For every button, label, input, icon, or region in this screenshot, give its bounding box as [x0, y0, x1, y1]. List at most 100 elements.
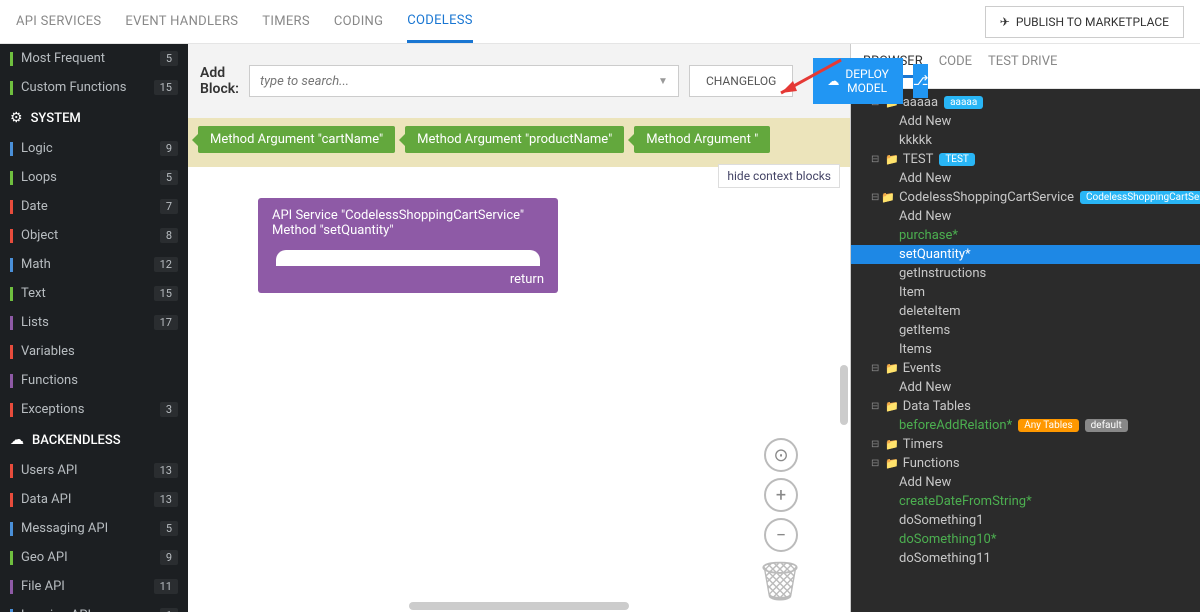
tree-item[interactable]: deleteItem [851, 302, 1200, 321]
tab-event-handlers[interactable]: EVENT HANDLERS [125, 2, 238, 41]
tree-folder[interactable]: ⊟📁aaaaaaaaaa [851, 93, 1200, 112]
sidebar-users-api[interactable]: Users API13 [0, 456, 188, 485]
block-search[interactable]: ▼ [249, 65, 679, 97]
plus-icon: + [776, 485, 786, 506]
tree-add-new[interactable]: Add New [851, 112, 1200, 131]
tree-badge: aaaaa [944, 96, 983, 109]
zoom-controls: ⊙ + − [764, 438, 798, 552]
sidebar-math[interactable]: Math12 [0, 250, 188, 279]
sidebar-geo-api[interactable]: Geo API9 [0, 543, 188, 572]
tree-item[interactable]: beforeAddRelation*Any Tablesdefault [851, 416, 1200, 435]
tree-item[interactable]: doSomething11 [851, 549, 1200, 568]
zoom-in-button[interactable]: + [764, 478, 798, 512]
branch-button[interactable]: ⎇ [913, 64, 928, 98]
block-return[interactable]: return [258, 266, 558, 293]
gears-icon: ⚙ [10, 110, 23, 126]
sidebar-logging-api[interactable]: Logging API1 [0, 601, 188, 612]
collapse-icon[interactable]: ⊟ [871, 439, 883, 450]
chevron-down-icon[interactable]: ▼ [658, 76, 668, 87]
changelog-button[interactable]: CHANGELOG [689, 65, 793, 97]
paper-plane-icon: ✈ [1000, 15, 1010, 29]
tree-item[interactable]: doSomething1 [851, 511, 1200, 530]
collapse-icon[interactable]: ⊟ [871, 192, 879, 203]
tab-coding[interactable]: CODING [334, 2, 383, 41]
folder-icon: 📁 [881, 191, 895, 204]
sidebar-functions[interactable]: Functions [0, 366, 188, 395]
collapse-icon[interactable]: ⊟ [871, 154, 883, 165]
sidebar-text[interactable]: Text15 [0, 279, 188, 308]
search-input[interactable] [260, 74, 658, 89]
publish-button[interactable]: ✈ PUBLISH TO MARKETPLACE [985, 6, 1184, 38]
vertical-scrollbar[interactable] [840, 365, 848, 425]
publish-label: PUBLISH TO MARKETPLACE [1016, 15, 1169, 29]
right-tabs: BROWSER CODE TEST DRIVE [851, 44, 1200, 89]
argument-chip[interactable]: Method Argument " [634, 126, 770, 153]
tab-api-services[interactable]: API SERVICES [16, 2, 101, 41]
tree-item[interactable]: createDateFromString* [851, 492, 1200, 511]
tree-item[interactable]: Items [851, 340, 1200, 359]
tree-item-selected[interactable]: setQuantity* [851, 245, 1200, 264]
tree-add-new[interactable]: Add New [851, 473, 1200, 492]
tree-add-new[interactable]: Add New [851, 378, 1200, 397]
zoom-out-button[interactable]: − [764, 518, 798, 552]
method-block[interactable]: API Service "CodelessShoppingCartService… [258, 198, 558, 293]
sidebar-header-system: ⚙SYSTEM [0, 102, 188, 134]
sidebar-object[interactable]: Object8 [0, 221, 188, 250]
tree-badge: Any Tables [1018, 419, 1078, 432]
tree-folder[interactable]: ⊟📁Data Tables [851, 397, 1200, 416]
sidebar-most-frequent[interactable]: Most Frequent5 [0, 44, 188, 73]
sidebar-custom-functions[interactable]: Custom Functions15 [0, 73, 188, 102]
service-tree: ⊟📁aaaaaaaaaa Add New kkkkk ⊟📁TESTTEST Ad… [851, 89, 1200, 612]
hide-context-button[interactable]: hide context blocks [718, 164, 840, 188]
tree-item[interactable]: kkkkk [851, 131, 1200, 150]
tab-code[interactable]: CODE [939, 54, 972, 78]
top-tabs: API SERVICES EVENT HANDLERS TIMERS CODIN… [0, 0, 1200, 44]
tree-folder[interactable]: ⊟📁TESTTEST [851, 150, 1200, 169]
tree-item[interactable]: doSomething10* [851, 530, 1200, 549]
collapse-icon[interactable]: ⊟ [871, 363, 883, 374]
collapse-icon[interactable]: ⊟ [871, 458, 883, 469]
argument-chip[interactable]: Method Argument "productName" [405, 126, 624, 153]
sidebar-variables[interactable]: Variables [0, 337, 188, 366]
center-view-button[interactable]: ⊙ [764, 438, 798, 472]
sidebar-exceptions[interactable]: Exceptions3 [0, 395, 188, 424]
canvas[interactable]: Method Argument "cartName" Method Argume… [188, 118, 850, 612]
tree-add-new[interactable]: Add New [851, 169, 1200, 188]
sidebar-date[interactable]: Date7 [0, 192, 188, 221]
sidebar-loops[interactable]: Loops5 [0, 163, 188, 192]
tab-codeless[interactable]: CODELESS [407, 1, 473, 43]
sidebar-logic[interactable]: Logic9 [0, 134, 188, 163]
tree-folder[interactable]: ⊟📁CodelessShoppingCartServiceCodelessSho… [851, 188, 1200, 207]
horizontal-scrollbar[interactable] [409, 602, 629, 610]
tree-badge: default [1085, 419, 1128, 432]
sidebar-data-api[interactable]: Data API13 [0, 485, 188, 514]
sidebar-messaging-api[interactable]: Messaging API5 [0, 514, 188, 543]
sidebar-file-api[interactable]: File API11 [0, 572, 188, 601]
minus-icon: − [776, 525, 786, 546]
tree-add-new[interactable]: Add New [851, 207, 1200, 226]
tree-item[interactable]: getItems [851, 321, 1200, 340]
sidebar-lists[interactable]: Lists17 [0, 308, 188, 337]
branch-icon: ⎇ [913, 74, 928, 89]
block-title: API Service "CodelessShoppingCartService… [272, 208, 544, 223]
collapse-icon[interactable]: ⊟ [871, 401, 883, 412]
tree-folder[interactable]: ⊟📁Functions [851, 454, 1200, 473]
center-area: Add Block: ▼ CHANGELOG ☁DEPLOY MODEL ⎇ M… [188, 44, 850, 612]
tab-timers[interactable]: TIMERS [262, 2, 310, 41]
trash-icon[interactable]: 🗑 [756, 560, 804, 604]
deploy-model-button[interactable]: ☁DEPLOY MODEL [813, 58, 903, 104]
folder-icon: 📁 [885, 400, 899, 413]
block-subtitle: Method "setQuantity" [272, 223, 544, 238]
cloud-icon: ☁ [10, 432, 24, 448]
right-panel: BROWSER CODE TEST DRIVE ⊟📁aaaaaaaaaa Add… [850, 44, 1200, 612]
tree-folder[interactable]: ⊟📁Timers [851, 435, 1200, 454]
argument-chip[interactable]: Method Argument "cartName" [198, 126, 395, 153]
tree-item[interactable]: Item [851, 283, 1200, 302]
target-icon: ⊙ [773, 445, 788, 466]
tab-test-drive[interactable]: TEST DRIVE [988, 54, 1057, 78]
block-header: API Service "CodelessShoppingCartService… [258, 198, 558, 266]
tree-item[interactable]: purchase* [851, 226, 1200, 245]
folder-icon: 📁 [885, 438, 899, 451]
tree-item[interactable]: getInstructions [851, 264, 1200, 283]
tree-folder[interactable]: ⊟📁Events [851, 359, 1200, 378]
